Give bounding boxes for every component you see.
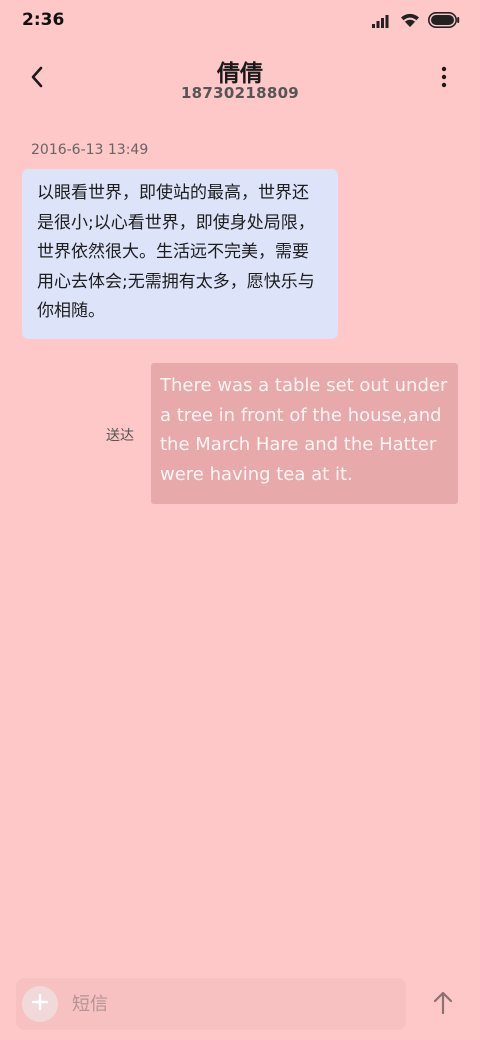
status-time: 2:36 xyxy=(22,10,65,30)
delivery-status: 送达 xyxy=(106,428,134,444)
conversation-header: 倩倩 18730218809 xyxy=(0,52,480,108)
battery-icon xyxy=(428,12,460,32)
status-icons xyxy=(372,12,460,32)
contact-number: 18730218809 xyxy=(180,84,300,102)
composer-bar xyxy=(16,978,406,1030)
message-timestamp: 2016-6-13 13:49 xyxy=(31,142,149,158)
send-button[interactable] xyxy=(428,988,458,1022)
contact-name: 倩倩 xyxy=(217,61,263,87)
outgoing-message-bubble[interactable]: There was a table set out under a tree i… xyxy=(151,363,458,504)
add-attachment-button[interactable] xyxy=(22,986,58,1022)
incoming-message-bubble[interactable]: 以眼看世界，即使站的最高，世界还是很小;以心看世界，即使身处局限，世界依然很大。… xyxy=(22,169,338,339)
send-arrow-icon xyxy=(432,991,454,1019)
more-vertical-icon xyxy=(441,66,447,92)
wifi-icon xyxy=(400,13,420,32)
plus-icon xyxy=(31,993,49,1015)
more-options-button[interactable] xyxy=(434,64,454,94)
sms-input[interactable] xyxy=(72,986,392,1022)
status-bar: 2:36 xyxy=(0,0,480,44)
signal-icon xyxy=(372,13,392,32)
